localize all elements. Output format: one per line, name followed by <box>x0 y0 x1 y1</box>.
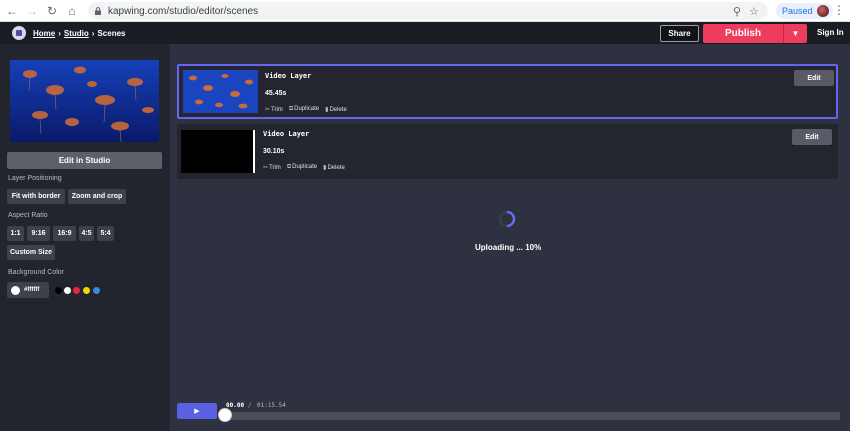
aspect-9-16-button[interactable]: 9:16 <box>27 226 50 241</box>
delete-label: Delete <box>329 107 347 113</box>
aspect-16-9-button[interactable]: 16:9 <box>53 226 76 241</box>
copy-icon: ⧉ <box>286 164 292 170</box>
chevron-down-icon: ▼ <box>791 29 800 38</box>
video-preview <box>10 60 159 142</box>
layer-card[interactable]: Video Layer 45.45s ✂Trim ⧉Duplicate ▮Del… <box>177 64 838 119</box>
delete-button[interactable]: ▮Delete <box>325 106 347 113</box>
fit-with-border-button[interactable]: Fit with border <box>7 189 65 204</box>
scissors-icon: ✂ <box>263 165 269 171</box>
play-button[interactable]: ▶ <box>177 403 217 419</box>
current-time: 00.00 <box>226 402 245 409</box>
trim-label: Trim <box>271 107 283 113</box>
url-text: kapwing.com/studio/editor/scenes <box>108 5 259 17</box>
publish-dropdown-button[interactable]: ▼ <box>783 24 807 43</box>
breadcrumb-separator: › <box>91 28 95 38</box>
duplicate-label: Duplicate <box>292 164 318 170</box>
trim-button[interactable]: ✂Trim <box>263 164 281 171</box>
time-separator: / <box>248 402 252 409</box>
kapwing-logo-icon[interactable] <box>12 26 26 40</box>
layer-duration: 45.45s <box>265 90 287 97</box>
upload-status: Uploading ... 10% <box>475 243 542 252</box>
star-icon[interactable]: ☆ <box>749 5 759 18</box>
scenes-panel: Video Layer 45.45s ✂Trim ⧉Duplicate ▮Del… <box>170 44 850 431</box>
color-hex-value: #ffffff <box>24 287 40 293</box>
swatch-yellow[interactable] <box>83 287 90 294</box>
layer-edit-button[interactable]: Edit <box>792 129 832 145</box>
background-color-label: Background Color <box>8 269 65 276</box>
swatch-white[interactable] <box>64 287 71 294</box>
layer-edit-button[interactable]: Edit <box>794 70 834 86</box>
layer-positioning-label: Layer Positioning <box>8 175 62 182</box>
background-color-picker[interactable]: #ffffff <box>7 282 49 298</box>
back-icon[interactable]: ← <box>4 3 20 19</box>
custom-size-button[interactable]: Custom Size <box>7 245 55 260</box>
address-bar[interactable]: kapwing.com/studio/editor/scenes <box>88 2 768 20</box>
trim-button[interactable]: ✂Trim <box>265 106 283 113</box>
zoom-icon[interactable]: ⚲ <box>733 5 741 18</box>
zoom-and-crop-button[interactable]: Zoom and crop <box>68 189 126 204</box>
total-time: 01:15.54 <box>257 402 286 409</box>
edit-in-studio-button[interactable]: Edit in Studio <box>7 152 162 169</box>
app-header: Home › Studio › Scenes Share Publish ▼ S… <box>0 22 850 44</box>
breadcrumb-home[interactable]: Home <box>33 29 55 38</box>
scrubber-handle[interactable] <box>218 408 232 422</box>
breadcrumb-scenes: Scenes <box>97 28 126 38</box>
paused-label: Paused <box>782 6 813 16</box>
layer-duration: 30.10s <box>263 148 285 155</box>
scissors-icon: ✂ <box>265 107 271 113</box>
forward-icon[interactable]: → <box>24 3 40 19</box>
breadcrumb: Home › Studio › Scenes <box>33 29 126 38</box>
timeline-scrubber[interactable] <box>224 412 840 420</box>
layer-title: Video Layer <box>263 130 310 138</box>
delete-label: Delete <box>327 165 345 171</box>
profile-button[interactable]: Paused <box>776 3 833 19</box>
loading-spinner-icon <box>498 210 516 228</box>
avatar <box>816 5 829 17</box>
layer-actions: ✂Trim ⧉Duplicate ▮Delete <box>265 106 347 113</box>
aspect-ratio-label: Aspect Ratio <box>8 212 48 219</box>
trash-icon: ▮ <box>325 107 329 113</box>
layer-title: Video Layer <box>265 72 312 80</box>
layer-actions: ✂Trim ⧉Duplicate ▮Delete <box>263 164 345 171</box>
duplicate-button[interactable]: ⧉Duplicate <box>287 164 317 171</box>
delete-button[interactable]: ▮Delete <box>323 164 345 171</box>
play-icon: ▶ <box>194 408 200 415</box>
duplicate-button[interactable]: ⧉Duplicate <box>289 106 319 113</box>
breadcrumb-separator: › <box>58 28 61 38</box>
trash-icon: ▮ <box>323 165 327 171</box>
menu-icon[interactable]: ⋮ <box>833 3 845 17</box>
sidebar: Edit in Studio Layer Positioning Fit wit… <box>0 44 170 431</box>
reload-icon[interactable]: ↻ <box>44 3 60 19</box>
layer-card[interactable]: Video Layer 30.10s ✂Trim ⧉Duplicate ▮Del… <box>177 124 838 179</box>
aspect-4-5-button[interactable]: 4:5 <box>79 226 94 241</box>
swatch-red[interactable] <box>73 287 80 294</box>
duplicate-label: Duplicate <box>294 106 320 112</box>
share-button[interactable]: Share <box>660 25 699 42</box>
layer-thumbnail <box>181 130 255 173</box>
browser-toolbar: ← → ↻ ⌂ kapwing.com/studio/editor/scenes… <box>0 0 850 22</box>
publish-button[interactable]: Publish <box>703 24 783 43</box>
breadcrumb-studio[interactable]: Studio <box>64 29 89 38</box>
home-icon[interactable]: ⌂ <box>64 3 80 19</box>
swatch-blue[interactable] <box>93 287 100 294</box>
aspect-1-1-button[interactable]: 1:1 <box>7 226 24 241</box>
aspect-5-4-button[interactable]: 5:4 <box>97 226 114 241</box>
layer-thumbnail <box>183 70 258 113</box>
swatch-black[interactable] <box>55 287 62 294</box>
copy-icon: ⧉ <box>288 106 294 112</box>
trim-label: Trim <box>269 165 281 171</box>
lock-icon <box>95 7 101 15</box>
current-color-swatch <box>11 285 20 295</box>
sign-in-link[interactable]: Sign In <box>817 28 844 37</box>
